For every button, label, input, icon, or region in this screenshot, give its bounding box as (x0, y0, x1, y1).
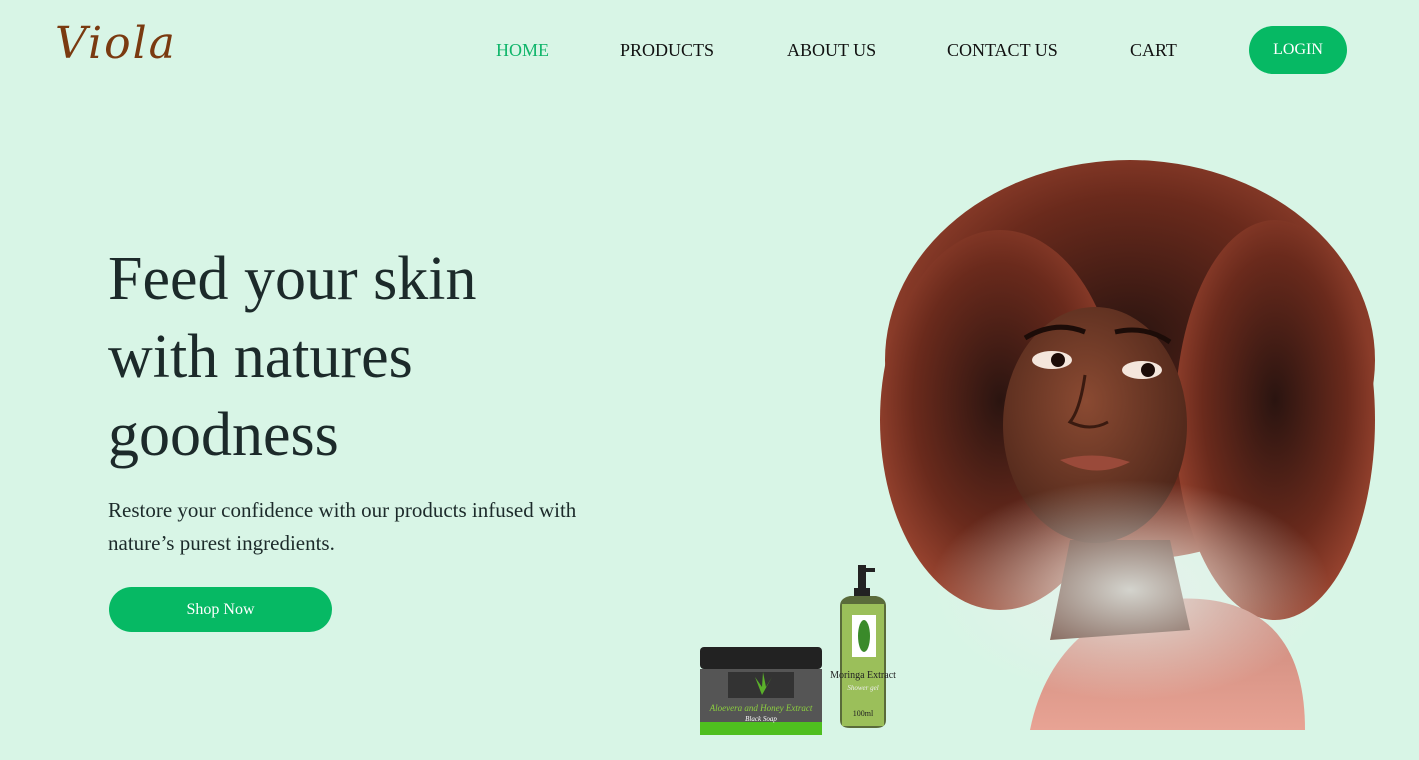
nav-about-us[interactable]: ABOUT US (787, 38, 876, 62)
nav-contact-us[interactable]: CONTACT US (947, 38, 1058, 62)
login-button[interactable]: LOGIN (1249, 26, 1347, 74)
shop-now-button[interactable]: Shop Now (109, 587, 332, 632)
hero-title: Feed your skin with natures goodness (108, 240, 628, 474)
nav-products[interactable]: PRODUCTS (620, 38, 714, 62)
landing-page: Viola HOME PRODUCTS ABOUT US CONTACT US … (0, 0, 1419, 760)
moringa-bottle: Moringa Extract Shower gel 100ml (830, 565, 896, 728)
jar-label: Aloevera and Honey Extract (709, 703, 813, 713)
aloe-jar: Aloevera and Honey Extract Black Soap (700, 647, 822, 735)
hero-title-line-3: goodness (108, 401, 339, 469)
logo-text: Viola (55, 18, 177, 69)
jar-sublabel: Black Soap (745, 715, 777, 723)
mist-effect (930, 480, 1330, 700)
hero-image: Moringa Extract Shower gel 100ml Aloever… (690, 160, 1380, 750)
hero-title-line-2: with natures (108, 323, 413, 391)
brand-logo[interactable]: Viola (55, 18, 215, 70)
bottle-label: Moringa Extract (830, 670, 896, 681)
nav-cart[interactable]: CART (1130, 38, 1177, 62)
hero-title-line-1: Feed your skin (108, 245, 477, 313)
hero-subtitle: Restore your confidence with our product… (108, 498, 577, 555)
bottle-volume: 100ml (853, 709, 874, 718)
nav-home[interactable]: HOME (496, 38, 549, 62)
hero-illustration: Moringa Extract Shower gel 100ml Aloever… (700, 160, 1375, 735)
bottle-sublabel: Shower gel (847, 684, 878, 692)
